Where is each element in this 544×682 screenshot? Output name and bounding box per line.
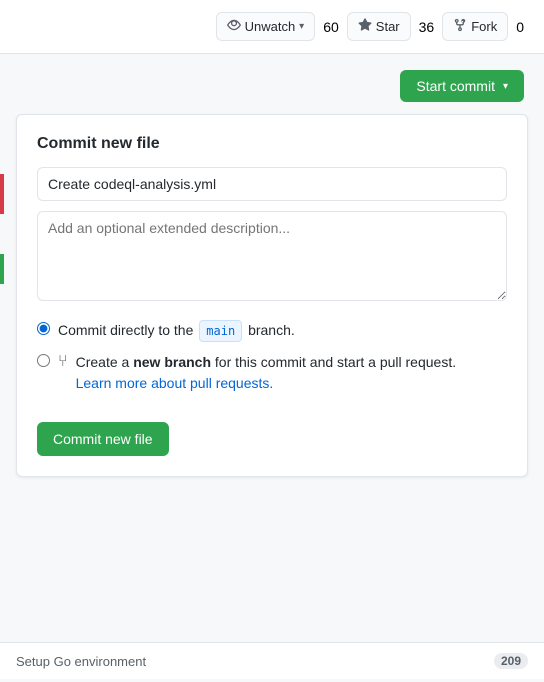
new-branch-label[interactable]: Create a new branch for this commit and … xyxy=(76,352,457,394)
star-label: Star xyxy=(376,19,400,34)
watch-dropdown-arrow: ▾ xyxy=(299,21,304,32)
start-commit-arrow: ▾ xyxy=(503,81,508,92)
diff-deletion-accent xyxy=(0,174,4,214)
content-area: Start commit ▾ Commit new file Commit di… xyxy=(0,54,544,679)
learn-more-link[interactable]: Learn more about pull requests. xyxy=(76,375,274,391)
direct-commit-option: Commit directly to the main branch. xyxy=(37,320,507,342)
direct-commit-post-text: branch. xyxy=(248,322,295,338)
bottom-hint-bar: Setup Go environment 209 xyxy=(0,642,544,679)
commit-panel: Commit new file Commit directly to the m… xyxy=(16,114,528,477)
fork-icon xyxy=(453,18,467,35)
commit-target-options: Commit directly to the main branch. ⑂ Cr… xyxy=(37,320,507,394)
eye-icon xyxy=(227,18,241,35)
start-commit-button[interactable]: Start commit ▾ xyxy=(400,70,524,102)
star-count: 36 xyxy=(419,19,435,35)
direct-commit-label[interactable]: Commit directly to the main branch. xyxy=(58,320,295,342)
new-branch-option: ⑂ Create a new branch for this commit an… xyxy=(37,352,507,394)
commit-new-file-button[interactable]: Commit new file xyxy=(37,422,169,456)
watch-button[interactable]: Unwatch ▾ xyxy=(216,12,316,41)
branch-badge: main xyxy=(199,320,242,342)
bottom-commit-count: 209 xyxy=(494,653,528,669)
commit-description-textarea[interactable] xyxy=(37,211,507,301)
direct-commit-radio[interactable] xyxy=(37,322,50,335)
fork-label: Fork xyxy=(471,19,497,34)
pull-request-icon: ⑂ xyxy=(58,353,68,371)
fork-count: 0 xyxy=(516,19,524,35)
direct-commit-pre-text: Commit directly to the xyxy=(58,322,193,338)
diff-addition-accent xyxy=(0,254,4,284)
new-branch-post-text: for this commit and start a pull request… xyxy=(215,354,456,370)
start-commit-label: Start commit xyxy=(416,78,495,94)
commit-panel-title: Commit new file xyxy=(37,135,507,153)
new-branch-radio[interactable] xyxy=(37,354,50,367)
top-bar: Unwatch ▾ 60 Star 36 Fork 0 xyxy=(0,0,544,54)
new-branch-pre-text: Create a xyxy=(76,354,130,370)
commit-title-input[interactable] xyxy=(37,167,507,201)
star-button[interactable]: Star xyxy=(347,12,411,41)
start-commit-area: Start commit ▾ xyxy=(0,54,544,114)
watch-label: Unwatch xyxy=(245,19,296,34)
watch-count: 60 xyxy=(323,19,339,35)
new-branch-bold-text: new branch xyxy=(133,354,211,370)
fork-button[interactable]: Fork xyxy=(442,12,508,41)
bottom-item-label: Setup Go environment xyxy=(16,654,146,669)
star-icon xyxy=(358,18,372,35)
